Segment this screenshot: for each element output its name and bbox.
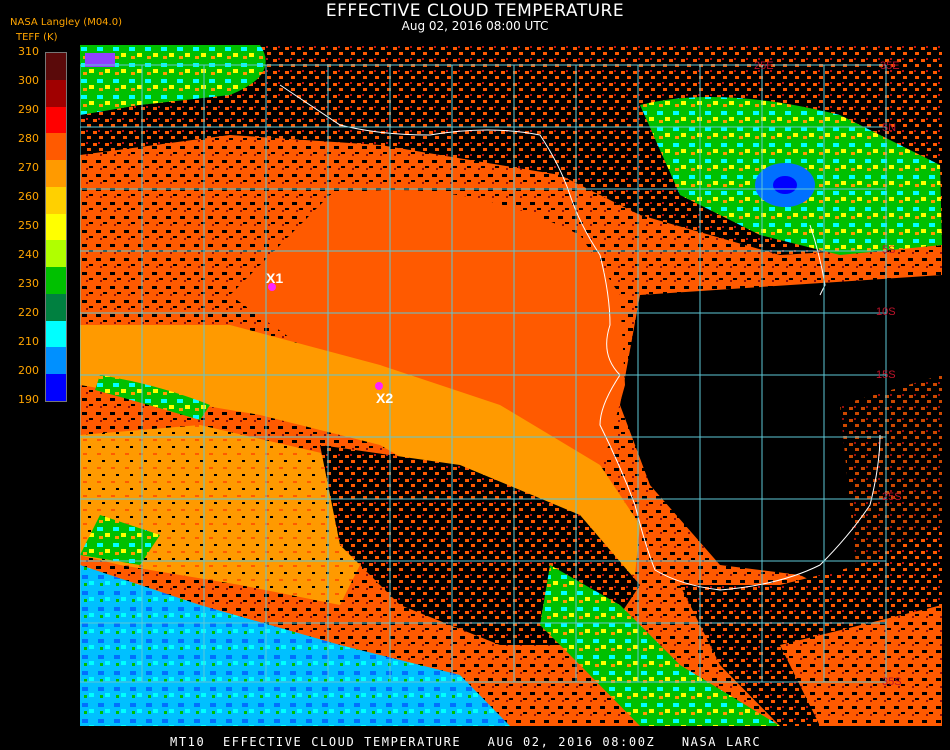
legend-tick-label: 270 (18, 161, 39, 174)
legend-swatch (46, 320, 66, 348)
legend-swatch (46, 213, 66, 241)
legend-tick-label: 250 (18, 219, 39, 232)
lat-label-5n: 5N (882, 122, 896, 134)
legend-swatch (46, 293, 66, 321)
legend-swatch (46, 374, 66, 401)
legend-swatch (46, 186, 66, 214)
footer-caption: MT10 EFFECTIVE CLOUD TEMPERATURE AUG 02,… (170, 735, 762, 749)
station-x2-label: X2 (376, 390, 393, 406)
lon-label-35e: 35E (880, 60, 900, 72)
station-x2-marker (375, 382, 383, 390)
lat-label-25s: 25S (882, 491, 902, 503)
legend-swatch (46, 106, 66, 134)
cloud-temperature-map: 25E 35E 5N 5S 10S 15S 25S 35S X1 X2 (80, 45, 942, 726)
page-subtitle: Aug 02, 2016 08:00 UTC (401, 19, 549, 33)
legend-tick-label: 290 (18, 103, 39, 116)
legend-tick-label: 310 (18, 45, 39, 58)
deep-convection-core-2 (773, 176, 797, 194)
legend-tick-label: 260 (18, 190, 39, 203)
legend-tick-label: 210 (18, 335, 39, 348)
lat-label-10s: 10S (876, 306, 896, 318)
legend-tick-label: 300 (18, 74, 39, 87)
legend-tick-label: 240 (18, 248, 39, 261)
legend-tick-label: 190 (18, 393, 39, 406)
units-label: TEFF (K) (16, 32, 58, 43)
station-x1-label: X1 (266, 270, 283, 286)
legend-tick-label: 220 (18, 306, 39, 319)
legend-swatch (46, 79, 66, 107)
legend-swatch (46, 347, 66, 375)
legend-swatch (46, 267, 66, 294)
source-label: NASA Langley (M04.0) (10, 17, 122, 28)
legend-tick-label: 230 (18, 277, 39, 290)
lon-label-25e: 25E (754, 60, 774, 72)
page-title: EFFECTIVE CLOUD TEMPERATURE (325, 1, 625, 21)
legend-color-bar (45, 52, 67, 402)
lat-label-15s: 15S (876, 369, 896, 381)
legend-swatch (46, 133, 66, 161)
legend-swatch (46, 160, 66, 187)
lat-label-35s: 35S (882, 676, 902, 688)
legend-swatch (46, 240, 66, 268)
legend-swatch (46, 53, 66, 80)
legend-tick-label: 280 (18, 132, 39, 145)
legend-tick-label: 200 (18, 364, 39, 377)
lat-label-5s: 5S (882, 244, 895, 256)
